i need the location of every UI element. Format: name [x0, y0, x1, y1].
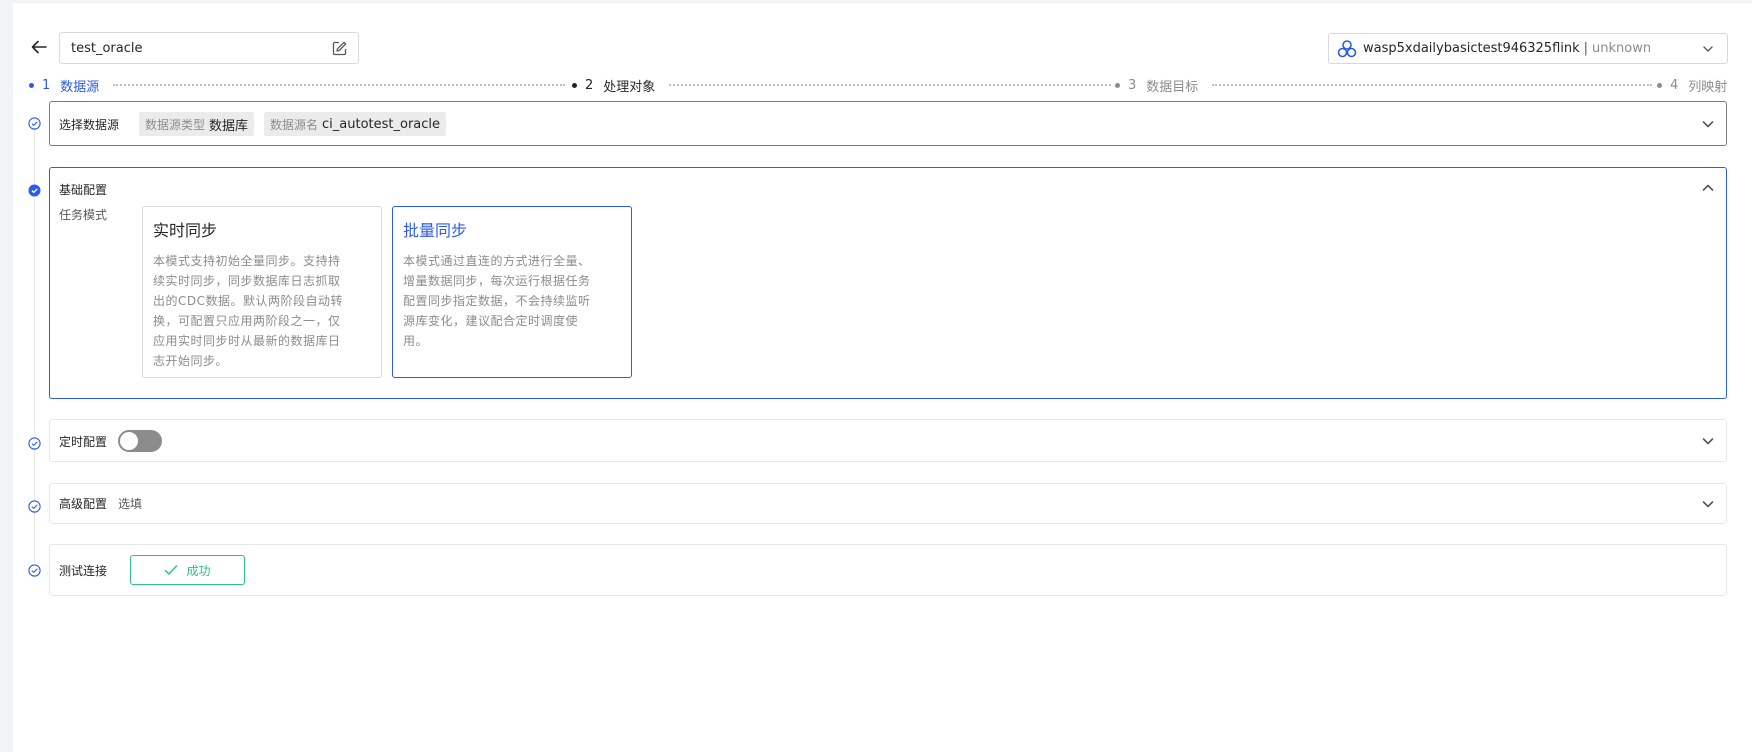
basic-config-panel: 基础配置 任务模式 实时同步 本模式支持初始全量同步。支持持 续实时同步，同步数…: [49, 167, 1727, 399]
step-number: 1: [42, 77, 51, 93]
step-dot: [1115, 82, 1120, 88]
cluster-separator: |: [1583, 41, 1589, 56]
panel-title: 测试连接: [59, 564, 108, 578]
tag-key: 数据源名: [270, 117, 319, 132]
cluster-select[interactable]: wasp5xdailybasictest946325flink | unknow…: [1328, 33, 1728, 64]
step-1[interactable]: 1 数据源: [29, 75, 99, 95]
check-circle-filled-icon: [28, 184, 41, 197]
desc-line: 配置同步指定数据，不会持续监听: [403, 294, 591, 308]
task-mode-label: 任务模式: [59, 208, 108, 222]
panel-title: 定时配置: [59, 435, 108, 449]
desc-line: 续实时同步，同步数据库日志抓取: [153, 274, 341, 288]
desc-line: 源库变化，建议配合定时调度使: [403, 314, 579, 328]
chevron-down-icon: [1703, 45, 1713, 52]
check-circle-outline-icon: [28, 437, 41, 450]
step-connector: [113, 84, 565, 86]
mode-card-realtime[interactable]: 实时同步 本模式支持初始全量同步。支持持 续实时同步，同步数据库日志抓取 出的C…: [142, 206, 382, 378]
toggle-knob: [120, 432, 138, 450]
desc-line: 本模式通过直连的方式进行全量、: [403, 254, 591, 268]
step-label: 数据源: [60, 79, 100, 95]
task-name-field[interactable]: test_oracle: [59, 32, 359, 64]
check-circle-outline-icon: [28, 564, 41, 577]
card-title: 批量同步: [403, 221, 468, 240]
card-title: 实时同步: [153, 221, 218, 240]
back-button[interactable]: [28, 36, 50, 58]
desc-line: 增量数据同步，每次运行根据任务: [403, 274, 591, 288]
source-name-tag: 数据源名 ci_autotest_oracle: [264, 112, 447, 136]
arrow-left-icon: [31, 40, 47, 54]
source-type-tag: 数据源类型 数据库: [139, 112, 255, 136]
desc-line: 换，可配置只应用两阶段之一，仅: [153, 314, 341, 328]
step-2[interactable]: 2 处理对象: [572, 75, 655, 95]
desc-line: 出的CDC数据。默认两阶段自动转: [153, 294, 343, 308]
task-name-text: test_oracle: [71, 40, 143, 56]
tag-value: ci_autotest_oracle: [322, 116, 441, 132]
step-4[interactable]: 4 列映射: [1657, 75, 1727, 95]
step-3[interactable]: 3 数据目标: [1115, 75, 1198, 95]
desc-line: 用。: [403, 334, 429, 348]
step-connector: [669, 84, 1111, 86]
test-connection-button[interactable]: 成功: [130, 555, 245, 585]
check-circle-outline-icon: [28, 117, 41, 130]
cluster-status: unknown: [1592, 41, 1652, 56]
step-label: 数据目标: [1146, 79, 1199, 95]
check-icon: [165, 565, 178, 575]
chevron-up-icon[interactable]: [1700, 180, 1716, 196]
tag-key: 数据源类型: [145, 117, 206, 132]
step-label: 处理对象: [603, 79, 656, 95]
step-bar: 1 数据源 2 处理对象 3 数据目标 4 列映射: [13, 75, 1752, 95]
check-circle-outline-icon: [28, 500, 41, 513]
step-connector: [1212, 84, 1652, 86]
schedule-toggle[interactable]: [118, 430, 162, 452]
desc-line: 应用实时同步时从最新的数据库日: [153, 334, 341, 348]
panel-title: 高级配置: [59, 497, 108, 511]
chevron-down-icon[interactable]: [1700, 496, 1716, 512]
step-dot: [29, 82, 34, 88]
test-connection-panel: 测试连接 成功: [49, 544, 1727, 596]
tag-value: 数据库: [209, 118, 249, 134]
panel-title: 选择数据源: [59, 118, 120, 132]
advanced-panel[interactable]: 高级配置 选填: [49, 483, 1727, 524]
desc-line: 本模式支持初始全量同步。支持持: [153, 254, 341, 268]
chevron-down-icon[interactable]: [1700, 433, 1716, 449]
card-description: 本模式支持初始全量同步。支持持 续实时同步，同步数据库日志抓取 出的CDC数据。…: [153, 251, 371, 371]
step-number: 3: [1128, 77, 1137, 93]
step-dot: [572, 82, 577, 88]
panel-title: 基础配置: [59, 183, 108, 197]
test-result-label: 成功: [186, 563, 211, 578]
step-number: 4: [1670, 77, 1679, 93]
desc-line: 志开始同步。: [153, 354, 229, 368]
cluster-name: wasp5xdailybasictest946325flink: [1363, 41, 1580, 56]
step-number: 2: [585, 77, 594, 93]
page: test_oracle wasp5xdailybasictest946325fl…: [13, 3, 1752, 752]
card-description: 本模式通过直连的方式进行全量、 增量数据同步，每次运行根据任务 配置同步指定数据…: [403, 251, 621, 351]
mode-card-batch[interactable]: 批量同步 本模式通过直连的方式进行全量、 增量数据同步，每次运行根据任务 配置同…: [392, 206, 632, 378]
edit-icon[interactable]: [330, 39, 348, 57]
source-panel[interactable]: 选择数据源 数据源类型 数据库 数据源名 ci_autotest_oracle: [49, 101, 1727, 146]
chevron-down-icon[interactable]: [1700, 116, 1716, 132]
step-dot: [1657, 82, 1662, 88]
optional-hint: 选填: [118, 497, 143, 511]
step-label: 列映射: [1688, 79, 1728, 95]
cluster-icon: [1337, 39, 1357, 57]
schedule-panel[interactable]: 定时配置: [49, 419, 1727, 462]
